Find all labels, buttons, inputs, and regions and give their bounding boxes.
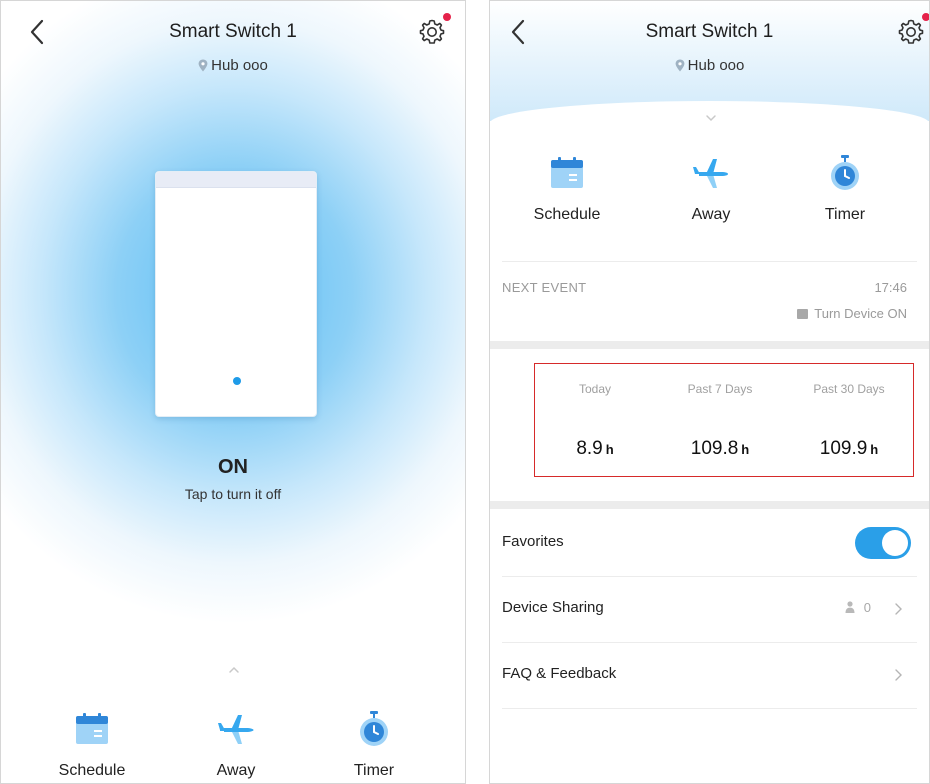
usage-past-30-days: Past 30 Days 109.9 h xyxy=(789,364,909,460)
usage-value: 109.9 h xyxy=(819,438,879,459)
quick-actions: Schedule Away Timer xyxy=(1,709,465,783)
stopwatch-icon xyxy=(831,155,859,190)
away-label: Away xyxy=(216,762,256,779)
schedule-button[interactable]: Schedule xyxy=(512,153,622,224)
divider xyxy=(502,261,917,262)
usage-today: Today 8.9 h xyxy=(535,364,655,460)
schedule-label: Schedule xyxy=(58,762,126,779)
device-screen-right: Smart Switch 1 Hub ooo Schedule Away Tim… xyxy=(489,0,930,784)
next-event-label: NEXT EVENT xyxy=(502,280,587,295)
notification-dot xyxy=(922,13,929,21)
location-pin-icon xyxy=(675,59,685,76)
location-name: Hub ooo xyxy=(211,57,268,74)
usage-period-label: Today xyxy=(578,382,612,396)
usage-past-7-days: Past 7 Days 109.8 h xyxy=(660,364,780,460)
timer-button[interactable]: Timer xyxy=(790,153,900,224)
timer-label: Timer xyxy=(824,206,866,223)
chevron-down-icon[interactable] xyxy=(704,113,718,123)
sharing-count: 0 xyxy=(845,600,871,615)
device-screen-left: Smart Switch 1 Hub ooo ON Tap to turn it… xyxy=(0,0,466,784)
away-button[interactable]: Away xyxy=(181,709,291,780)
person-icon xyxy=(845,601,855,613)
section-separator xyxy=(490,501,929,509)
quick-actions: Schedule Away Timer xyxy=(490,153,929,243)
schedule-button[interactable]: Schedule xyxy=(37,709,147,780)
favorites-row: Favorites xyxy=(490,511,929,577)
device-sharing-label: Device Sharing xyxy=(502,599,604,616)
switch-plate-top xyxy=(156,172,316,188)
schedule-label: Schedule xyxy=(533,206,601,223)
location-name: Hub ooo xyxy=(687,57,745,74)
stopwatch-icon xyxy=(360,711,388,746)
header: Smart Switch 1 Hub ooo xyxy=(490,1,929,91)
page-title: Smart Switch 1 xyxy=(645,21,774,42)
usage-period-label: Past 7 Days xyxy=(687,382,753,396)
chevron-up-icon[interactable] xyxy=(227,665,241,675)
header: Smart Switch 1 Hub ooo xyxy=(1,1,465,91)
section-separator xyxy=(490,341,929,349)
page-title: Smart Switch 1 xyxy=(169,21,297,42)
power-indicator-light xyxy=(233,377,241,385)
calendar-icon xyxy=(551,157,583,188)
toggle-knob xyxy=(882,530,908,556)
faq-feedback-row[interactable]: FAQ & Feedback xyxy=(490,643,929,709)
airplane-icon xyxy=(693,159,728,188)
calendar-small-icon xyxy=(797,309,809,319)
next-event-time: 17:46 xyxy=(874,280,907,295)
gear-icon xyxy=(898,19,924,44)
usage-value: 8.9 h xyxy=(576,438,614,459)
calendar-icon xyxy=(76,713,108,744)
toggle-hint: Tap to turn it off xyxy=(184,486,282,502)
location-label: Hub ooo xyxy=(1,57,465,76)
chevron-right-icon xyxy=(895,669,902,681)
notification-dot xyxy=(443,13,451,21)
settings-button[interactable] xyxy=(896,13,929,47)
faq-feedback-label: FAQ & Feedback xyxy=(502,665,617,682)
divider xyxy=(502,708,917,709)
device-state-label: ON xyxy=(218,456,248,478)
power-switch[interactable] xyxy=(155,171,317,417)
next-event-action: Turn Device ON xyxy=(797,306,907,321)
usage-stats: Today 8.9 h Past 7 Days 109.8 h Past 30 Da… xyxy=(534,363,914,477)
device-sharing-row[interactable]: Device Sharing 0 xyxy=(490,577,929,643)
location-label: Hub ooo xyxy=(490,57,929,76)
favorites-toggle[interactable] xyxy=(855,527,911,559)
settings-button[interactable] xyxy=(417,13,451,47)
chevron-right-icon xyxy=(895,603,902,615)
usage-value: 109.8 h xyxy=(690,438,750,459)
away-button[interactable]: Away xyxy=(656,153,766,224)
timer-button[interactable]: Timer xyxy=(319,709,429,780)
gear-icon xyxy=(419,19,445,44)
away-label: Away xyxy=(691,206,731,223)
next-event-action-text: Turn Device ON xyxy=(814,306,907,321)
timer-label: Timer xyxy=(353,762,395,779)
usage-period-label: Past 30 Days xyxy=(813,382,885,396)
airplane-icon xyxy=(218,715,254,744)
quick-actions-sheet: Schedule Away Timer xyxy=(1,661,465,783)
favorites-label: Favorites xyxy=(502,533,564,550)
location-pin-icon xyxy=(198,59,208,76)
